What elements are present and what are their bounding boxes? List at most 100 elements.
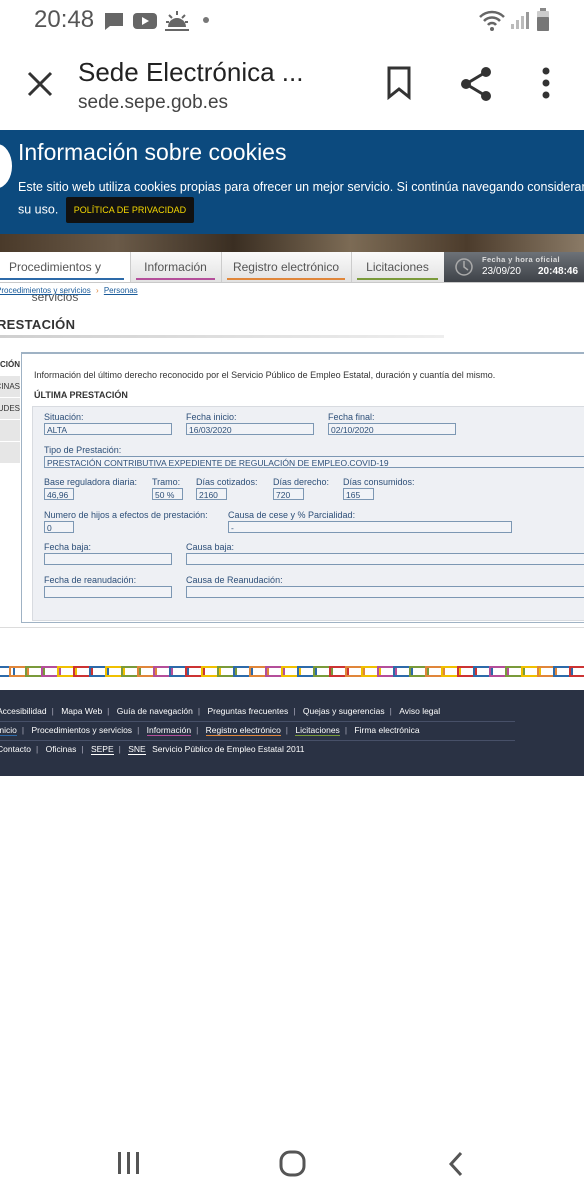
label-dias-consumidos: Días consumidos: <box>343 477 415 487</box>
label-fecha-baja: Fecha baja: <box>44 542 92 552</box>
tipo-prestacion-field[interactable]: PRESTACIÓN CONTRIBUTIVA EXPEDIENTE DE RE… <box>44 456 584 468</box>
label-fecha-reanudacion: Fecha de reanudación: <box>44 575 137 585</box>
breadcrumb-item[interactable]: Personas <box>104 286 138 295</box>
footer-link[interactable]: Firma electrónica <box>354 725 419 735</box>
footer-link[interactable]: Guía de navegación <box>117 706 193 716</box>
tab-procedimientos[interactable]: Procedimientos y servicios <box>0 252 131 304</box>
breadcrumb-separator: › <box>95 286 99 295</box>
tab-informacion[interactable]: Información <box>130 252 222 282</box>
hijos-field[interactable]: 0 <box>44 521 74 533</box>
prestacion-fieldset: Situación: ALTA Fecha inicio: 16/03/2020… <box>32 406 584 621</box>
footer-divider <box>0 721 515 722</box>
situacion-field[interactable]: ALTA <box>44 423 172 435</box>
recent-apps-icon[interactable] <box>116 1151 142 1175</box>
tab-underline <box>136 278 215 280</box>
footer-link[interactable]: Mapa Web <box>61 706 102 716</box>
label-hijos: Numero de hijos a efectos de prestación: <box>44 510 208 520</box>
fecha-final-field[interactable]: 02/10/2020 <box>328 423 456 435</box>
clock-time: 20:48:46 <box>538 266 579 277</box>
side-item-5[interactable] <box>0 442 20 464</box>
footer-sep: | <box>36 744 39 754</box>
causa-reanudacion-field[interactable] <box>186 586 584 598</box>
footer-sep: | <box>197 706 201 716</box>
label-causa-cese: Causa de cese y % Parcialidad: <box>228 510 356 520</box>
signal-icon <box>511 12 529 29</box>
cookie-title: Información sobre cookies <box>18 139 287 165</box>
section-title: ÚLTIMA PRESTACIÓN <box>34 390 128 400</box>
cookie-text-line2: su uso. <box>18 202 59 217</box>
more-options-icon[interactable] <box>540 66 552 100</box>
tab-underline <box>227 278 345 280</box>
footer-copyright: Servicio Público de Empleo Estatal 2011 <box>152 744 305 754</box>
clock-decor-icon <box>455 258 473 276</box>
side-item-oficinas[interactable]: OFICINAS <box>0 376 20 398</box>
footer-sep: | <box>107 706 110 716</box>
footer-link[interactable]: Procedimientos y servicios <box>31 725 132 735</box>
label-dias-cotizados: Días cotizados: <box>196 477 258 487</box>
youtube-icon <box>133 13 157 29</box>
fecha-inicio-field[interactable]: 16/03/2020 <box>186 423 314 435</box>
footer-link[interactable]: SNE <box>128 744 146 755</box>
breadcrumb: Procedimientos y servicios › Personas <box>0 286 138 295</box>
decorative-chain-border <box>0 666 584 677</box>
tab-underline <box>357 278 438 280</box>
dias-derecho-field[interactable]: 720 <box>273 488 304 500</box>
footer-divider <box>0 740 515 741</box>
label-tipo: Tipo de Prestación: <box>44 445 122 455</box>
footer-link[interactable]: Licitaciones <box>295 725 340 736</box>
causa-cese-field[interactable]: - <box>228 521 512 533</box>
back-icon[interactable] <box>446 1150 466 1178</box>
official-clock: Fecha y hora oficial 23/09/20 20:48:46 <box>444 252 584 282</box>
footer-row-1: Accesibilidad | Mapa Web | Guía de navegac… <box>0 706 440 716</box>
label-fecha-inicio: Fecha inicio: <box>186 412 237 422</box>
footer-link[interactable]: Accesibilidad <box>0 706 47 716</box>
side-item-4[interactable] <box>0 420 20 442</box>
url-text[interactable]: sede.sepe.gob.es <box>78 92 228 114</box>
intro-text: Información del último derecho reconocid… <box>34 370 496 380</box>
fecha-baja-field[interactable] <box>44 553 172 565</box>
cookie-logo-icon <box>0 144 12 188</box>
site-footer: Accesibilidad | Mapa Web | Guía de navegac… <box>0 690 584 776</box>
section-heading: PRESTACIÓN <box>0 317 76 332</box>
cookie-text: Este sitio web utiliza cookies propias p… <box>18 177 584 223</box>
footer-link[interactable]: Quejas y sugerencias <box>303 706 385 716</box>
tab-registro[interactable]: Registro electrónico <box>221 252 352 282</box>
footer-row-2: Inicio | Procedimientos y servicios | Info… <box>0 725 420 736</box>
footer-link[interactable]: Aviso legal <box>399 706 440 716</box>
share-icon[interactable] <box>460 66 494 102</box>
breadcrumb-item[interactable]: Procedimientos y servicios <box>0 286 91 295</box>
battery-icon <box>537 8 549 31</box>
close-icon[interactable] <box>24 68 56 100</box>
side-item-prestacion[interactable]: PRESTACIÓN <box>0 354 20 376</box>
dias-cotizados-field[interactable]: 2160 <box>196 488 227 500</box>
cookie-banner: Información sobre cookies A Este sitio w… <box>0 130 584 234</box>
heading-rule <box>0 335 444 338</box>
home-icon[interactable] <box>279 1150 307 1178</box>
footer-link[interactable]: Inicio <box>0 725 17 736</box>
bookmark-icon[interactable] <box>386 66 412 100</box>
label-causa-baja: Causa baja: <box>186 542 235 552</box>
footer-link[interactable]: Registro electrónico <box>205 725 281 736</box>
tramo-field[interactable]: 50 % <box>152 488 183 500</box>
footer-link[interactable]: Preguntas frecuentes <box>207 706 288 716</box>
fecha-reanudacion-field[interactable] <box>44 586 172 598</box>
tab-label: Procedimientos y servicios <box>8 260 102 304</box>
footer-sep: | <box>344 725 348 735</box>
tab-licitaciones[interactable]: Licitaciones <box>351 252 445 282</box>
footer-link[interactable]: SEPE <box>90 744 114 755</box>
footer-link[interactable]: Información <box>146 725 192 736</box>
privacy-policy-button[interactable]: POLÍTICA DE PRIVACIDAD <box>65 197 195 223</box>
dias-consumidos-field[interactable]: 165 <box>343 488 374 500</box>
footer-link[interactable]: Oficinas <box>46 744 77 754</box>
base-field[interactable]: 46,96 <box>44 488 74 500</box>
tab-label: Licitaciones <box>366 260 429 274</box>
footer-link[interactable]: Contacto <box>0 744 31 754</box>
notification-dot-icon <box>203 17 209 23</box>
label-base: Base reguladora diaria: <box>44 477 138 487</box>
header-banner-image <box>0 234 584 252</box>
side-item-solicitudes[interactable]: SOLICITUDES <box>0 398 20 420</box>
causa-baja-field[interactable] <box>186 553 584 565</box>
footer-sep: | <box>389 706 392 716</box>
footer-sep: | <box>81 744 84 754</box>
web-page: Información sobre cookies A Este sitio w… <box>0 130 584 1123</box>
